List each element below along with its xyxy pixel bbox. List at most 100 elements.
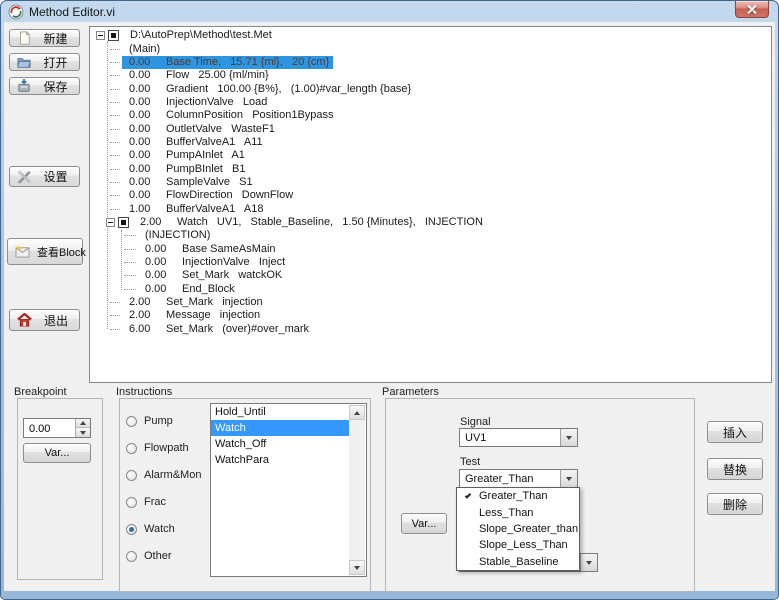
tree-connector — [124, 289, 136, 290]
tree-connector — [110, 329, 120, 330]
replace-button[interactable]: 替换 — [707, 458, 763, 480]
tree-row[interactable]: 2.00Message injection — [93, 309, 769, 322]
category-radio-row[interactable]: Frac — [126, 496, 201, 508]
spin-down-button[interactable] — [76, 428, 90, 437]
tree-row[interactable]: (INJECTION) — [93, 229, 769, 242]
tree-row[interactable]: 0.00PumpBInlet B1 — [93, 162, 769, 175]
tree-row-text: SampleValve S1 — [166, 176, 253, 189]
exit-button[interactable]: 退出 — [9, 309, 80, 331]
new-button[interactable]: 新建 — [9, 29, 80, 47]
category-radio-row[interactable]: Pump — [126, 415, 201, 427]
radio-button-icon[interactable] — [126, 416, 137, 427]
tree-row-text: PumpAInlet A1 — [166, 149, 245, 162]
tree-row-content: 0.00End_Block — [138, 283, 239, 296]
chevron-down-icon — [586, 561, 592, 565]
instruction-item[interactable]: Watch — [211, 420, 349, 436]
open-button[interactable]: 打开 — [9, 53, 80, 71]
category-radio-row[interactable]: Alarm&Mon — [126, 469, 201, 481]
settings-button[interactable]: 设置 — [9, 166, 80, 187]
tree-row-content: 0.00Base SameAsMain — [138, 243, 280, 256]
signal-combobox[interactable]: UV1 — [459, 428, 578, 447]
delete-button-label: 删除 — [723, 496, 747, 513]
tree-row[interactable]: 0.00Set_Mark watckOK — [93, 269, 769, 282]
radio-button-icon[interactable] — [126, 443, 137, 454]
titlebar[interactable]: Method Editor.vi — [1, 1, 778, 22]
block-icon — [118, 217, 129, 228]
save-button[interactable]: 保存 — [9, 77, 80, 95]
breakpoint-var-button[interactable]: Var... — [23, 443, 91, 463]
delete-button[interactable]: 删除 — [707, 493, 763, 515]
tree-row[interactable]: 1.00BufferValveA1 A18 — [93, 202, 769, 215]
tree-row[interactable]: 0.00SampleValve S1 — [93, 176, 769, 189]
radio-button-icon[interactable] — [126, 497, 137, 508]
dropdown-option[interactable]: Greater_Than — [457, 488, 579, 504]
radio-button-icon[interactable] — [126, 470, 137, 481]
dropdown-option[interactable]: Slope_Less_Than — [457, 537, 579, 553]
tree-row[interactable]: (Main) — [93, 42, 769, 55]
tree-row[interactable]: 0.00BufferValveA1 A11 — [93, 136, 769, 149]
tree-row[interactable]: 0.00PumpAInlet A1 — [93, 149, 769, 162]
dropdown-option[interactable]: Less_Than — [457, 504, 579, 520]
tree-connector — [110, 302, 120, 303]
tree-row-text: Base Time, 15.71 {ml}, 20 {cm} — [166, 56, 329, 69]
tree-row[interactable]: 2.00Set_Mark injection — [93, 296, 769, 309]
tree-row-text: BufferValveA1 A11 — [166, 136, 263, 149]
instruction-item[interactable]: WatchPara — [211, 452, 349, 468]
category-radio-row[interactable]: Watch — [126, 523, 201, 535]
dropdown-option[interactable]: Slope_Greater_than — [457, 521, 579, 537]
tree-row[interactable]: 6.00Set_Mark (over)#over_mark — [93, 323, 769, 336]
signal-dropdown-button[interactable] — [560, 429, 577, 446]
method-tree[interactable]: D:\AutoPrep\Method\test.Met(Main)0.00Bas… — [89, 26, 772, 383]
client-area: 新建 打开 保存 设置 — [4, 22, 775, 591]
tree-row[interactable]: D:\AutoPrep\Method\test.Met — [93, 29, 769, 42]
tree-row[interactable]: 0.00FlowDirection DownFlow — [93, 189, 769, 202]
tree-row[interactable]: 0.00Base SameAsMain — [93, 243, 769, 256]
signal-label: Signal — [460, 416, 491, 428]
category-radio-row[interactable]: Flowpath — [126, 442, 201, 454]
tree-row-text: Message injection — [166, 309, 260, 322]
spin-up-button[interactable] — [76, 419, 90, 428]
collapse-icon[interactable] — [96, 31, 105, 40]
value-dropdown-button[interactable] — [580, 554, 597, 571]
tree-row[interactable]: 0.00End_Block — [93, 283, 769, 296]
close-button[interactable] — [735, 1, 769, 18]
listbox-scrollbar[interactable] — [349, 405, 365, 575]
instruction-item[interactable]: Watch_Off — [211, 436, 349, 452]
dropdown-option[interactable]: Stable_Baseline — [457, 554, 579, 570]
radio-button-icon[interactable] — [126, 524, 137, 535]
test-value: Greater_Than — [465, 473, 533, 485]
parameters-var-button[interactable]: Var... — [401, 513, 447, 534]
tree-row-time: 0.00 — [129, 56, 166, 69]
tree-row[interactable]: 0.00InjectionValve Inject — [93, 256, 769, 269]
tree-row-content: (INJECTION) — [138, 229, 214, 242]
instructions-label: Instructions — [116, 386, 172, 398]
tree-connector — [110, 142, 120, 143]
tree-row[interactable]: 0.00InjectionValve Load — [93, 96, 769, 109]
tree-row-content: 6.00Set_Mark (over)#over_mark — [122, 323, 313, 336]
tree-row-time: 0.00 — [145, 243, 182, 256]
tree-row-content: 0.00OutletValve WasteF1 — [122, 122, 279, 135]
view-block-button[interactable]: 查看Block — [7, 238, 83, 265]
collapse-icon[interactable] — [106, 218, 115, 227]
scroll-down-button[interactable] — [349, 560, 365, 575]
tree-row[interactable]: 2.00Watch UV1, Stable_Baseline, 1.50 {Mi… — [93, 216, 769, 229]
tree-row[interactable]: 0.00Flow 25.00 {ml/min} — [93, 69, 769, 82]
tree-row[interactable]: 0.00OutletValve WasteF1 — [93, 122, 769, 135]
breakpoint-value[interactable]: 0.00 — [29, 423, 50, 435]
radio-button-icon[interactable] — [126, 551, 137, 562]
scroll-up-button[interactable] — [349, 405, 365, 420]
instruction-listbox[interactable]: Hold_UntilWatchWatch_OffWatchPara — [210, 403, 367, 577]
category-radio-label: Alarm&Mon — [144, 469, 201, 481]
tree-row-time: 0.00 — [145, 283, 182, 296]
insert-button[interactable]: 插入 — [707, 421, 763, 443]
tree-row-content: 0.00InjectionValve Load — [122, 96, 271, 109]
tree-row[interactable]: 0.00Gradient 100.00 {B%}, (1.00)#var_len… — [93, 82, 769, 95]
breakpoint-spinner[interactable]: 0.00 — [23, 418, 91, 438]
tree-row[interactable]: 0.00Base Time, 15.71 {ml}, 20 {cm} — [93, 56, 769, 69]
category-radio-label: Pump — [144, 415, 173, 427]
instruction-item[interactable]: Hold_Until — [211, 404, 349, 420]
tree-row[interactable]: 0.00ColumnPosition Position1Bypass — [93, 109, 769, 122]
test-combobox[interactable]: Greater_Than — [459, 469, 578, 488]
test-dropdown-button[interactable] — [560, 470, 577, 487]
category-radio-row[interactable]: Other — [126, 550, 201, 562]
